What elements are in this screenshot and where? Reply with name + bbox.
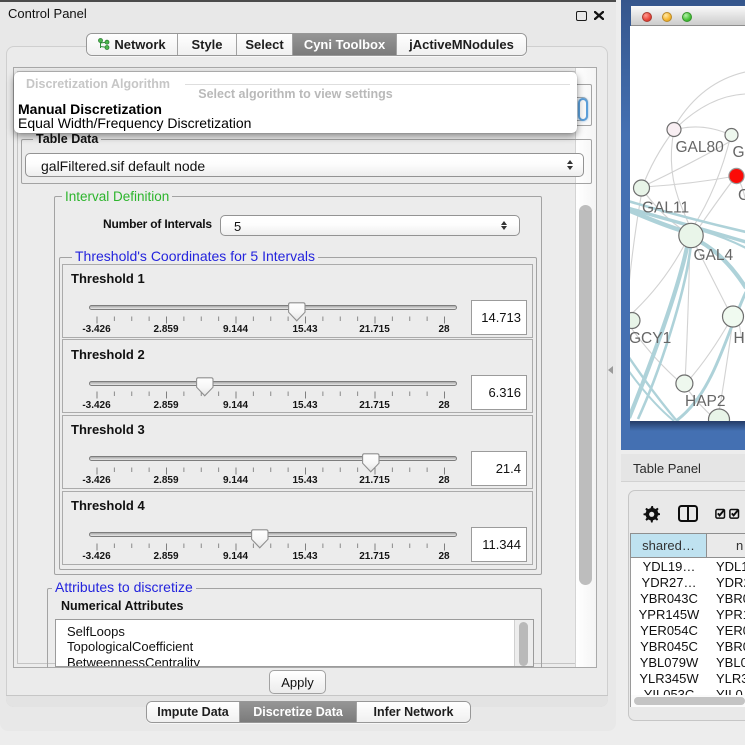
- svg-text:G.: G.: [733, 144, 745, 161]
- svg-text:H: H: [734, 330, 745, 347]
- svg-text:C: C: [738, 187, 745, 204]
- svg-text:GAL11: GAL11: [642, 200, 689, 217]
- svg-text:GCY1: GCY1: [630, 330, 671, 347]
- svg-text:GAL80: GAL80: [676, 139, 725, 156]
- svg-text:HAP2: HAP2: [685, 393, 726, 410]
- svg-text:GAL4: GAL4: [694, 247, 734, 264]
